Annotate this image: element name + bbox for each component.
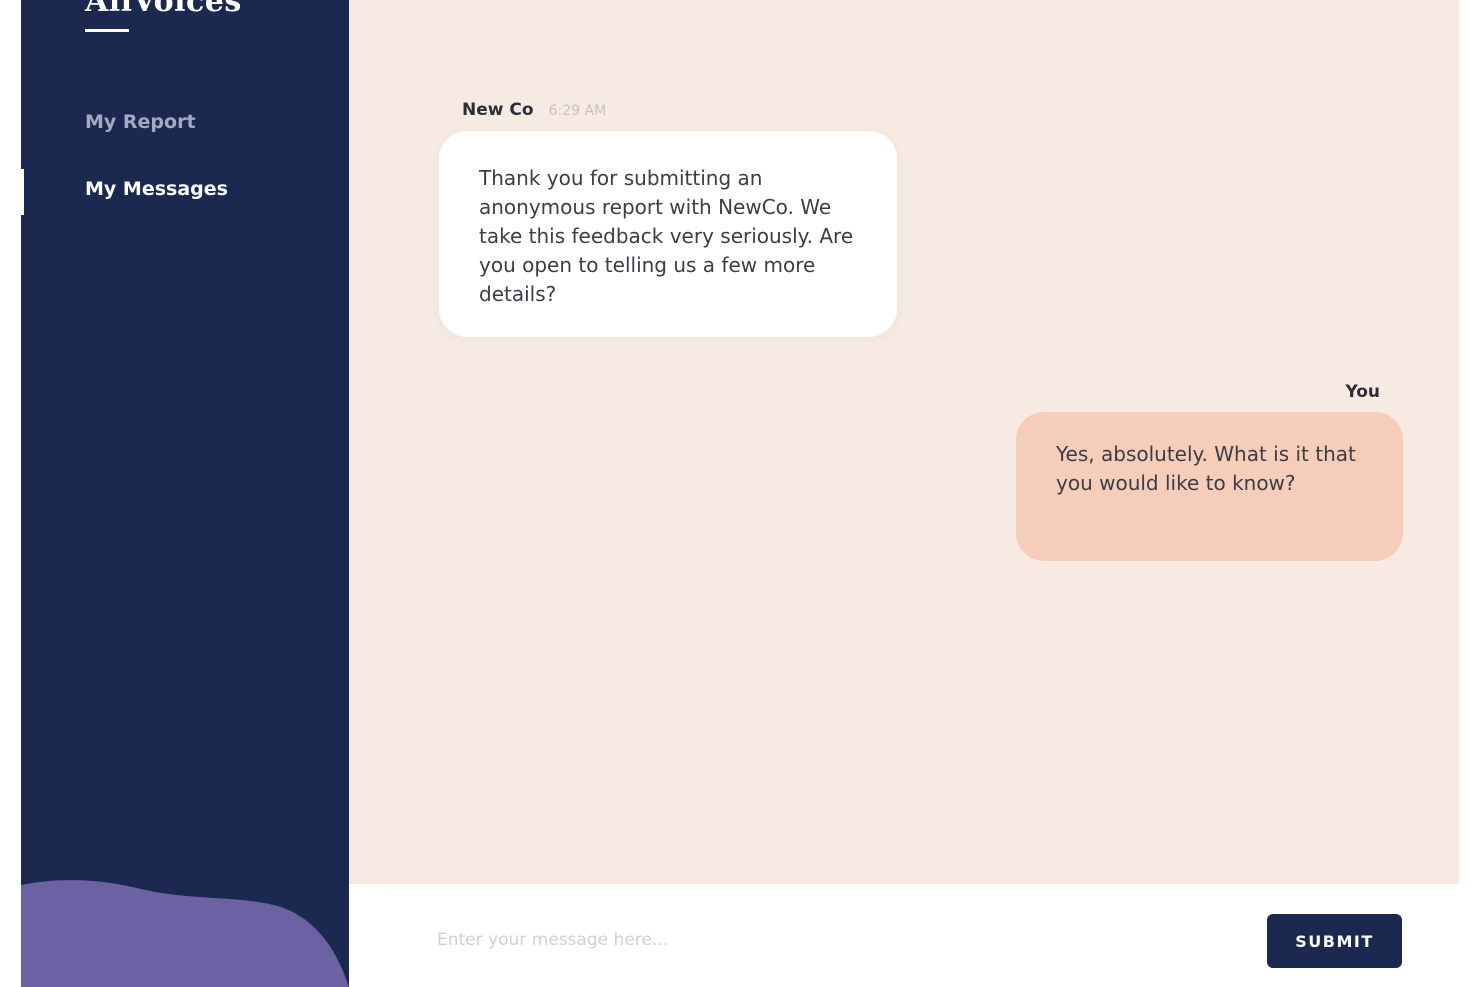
you-sender-label: You [1345,382,1380,402]
message-input[interactable] [437,920,1137,960]
outgoing-message-bubble: Yes, absolutely. What is it that you wou… [1016,412,1403,561]
submit-button[interactable]: SUBMIT [1267,914,1402,968]
sender-name: New Co [462,100,534,120]
sidebar-item-my-report[interactable]: My Report [85,111,196,133]
app-window: AllVoices My Report My Messages New Co 6… [0,0,1480,987]
incoming-message-bubble: Thank you for submitting an anonymous re… [439,131,897,337]
chat-thread: New Co 6:29 AM Thank you for submitting … [349,0,1459,884]
message-header: New Co 6:29 AM [462,100,606,120]
active-nav-indicator [21,169,24,215]
decorative-wave [21,880,349,987]
message-timestamp: 6:29 AM [548,103,607,119]
message-composer: SUBMIT [349,884,1459,987]
logo-underline [85,29,129,32]
sidebar-item-my-messages[interactable]: My Messages [85,178,228,200]
sidebar: AllVoices My Report My Messages [21,0,349,987]
allvoices-logo: AllVoices [85,0,242,19]
right-margin [1459,0,1480,987]
